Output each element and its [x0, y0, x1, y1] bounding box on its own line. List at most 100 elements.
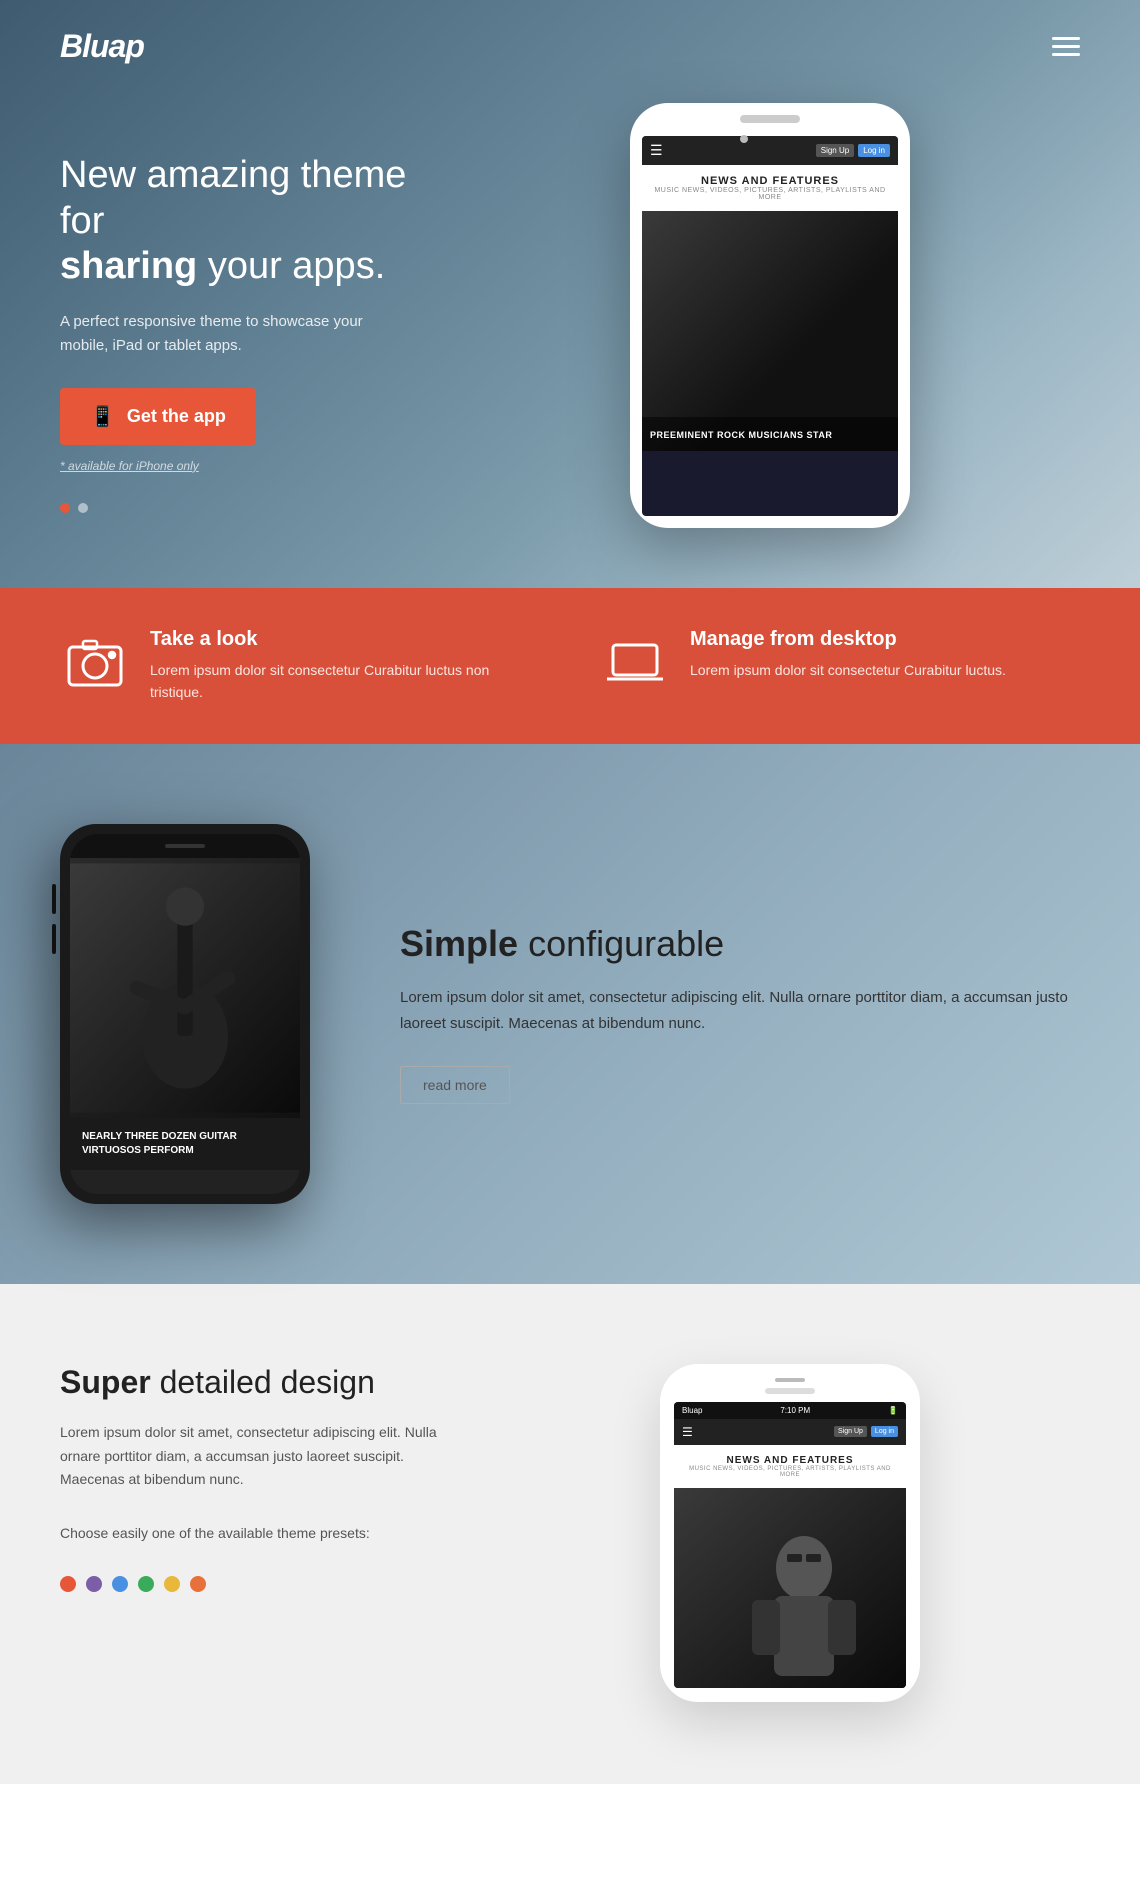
- laptop-svg: [605, 633, 665, 693]
- white-phone-nav: ☰ Sign Up Log in: [674, 1419, 906, 1445]
- dot-1[interactable]: [60, 503, 70, 513]
- super-heading: Super detailed design: [60, 1364, 440, 1401]
- white-phone-title-area: NEWS AND FEATURES MUSIC NEWS, VIDEOS, PI…: [674, 1445, 906, 1488]
- white-phone-menu-icon: ☰: [682, 1425, 693, 1439]
- status-bar: Bluap 7:10 PM 🔋: [674, 1402, 906, 1419]
- phone-top-bar: [642, 115, 898, 128]
- laptop-icon: [600, 628, 670, 698]
- white-phone-speaker: [765, 1388, 815, 1394]
- phone-title-area: NEWS AND FEATURES MUSIC NEWS, VIDEOS, PI…: [642, 165, 898, 211]
- signup-btn: Sign Up: [816, 144, 854, 157]
- phone-caption: PREEMINENT ROCK MUSICIANS STAR: [642, 417, 898, 451]
- color-dot-blue[interactable]: [112, 1576, 128, 1592]
- phone2-musician-svg: [674, 1488, 906, 1688]
- hero-section: Bluap New amazing theme for sharing your…: [0, 0, 1140, 588]
- feature-take-a-look: Take a look Lorem ipsum dolor sit consec…: [60, 628, 540, 704]
- login-btn: Log in: [858, 144, 890, 157]
- dark-phone-frame: NEARLY THREE DOZEN GUITAR VIRTUOSOS PERF…: [60, 824, 310, 1204]
- phone-menu-icon: ☰: [650, 142, 663, 159]
- dark-phone-image: [70, 858, 300, 1118]
- guitar-figure: [70, 858, 300, 1118]
- section-super: Super detailed design Lorem ipsum dolor …: [0, 1284, 1140, 1784]
- hamburger-menu[interactable]: [1052, 37, 1080, 56]
- white-phone-screen: Bluap 7:10 PM 🔋 ☰ Sign Up Log in NEWS AN…: [674, 1402, 906, 1688]
- get-app-label: Get the app: [127, 406, 226, 427]
- hamburger-line-2: [1052, 45, 1080, 48]
- guitarist-svg: [70, 858, 300, 1118]
- navigation: Bluap: [0, 0, 1140, 93]
- features-bar: Take a look Lorem ipsum dolor sit consec…: [0, 588, 1140, 744]
- feature-2-desc: Lorem ipsum dolor sit consectetur Curabi…: [690, 659, 1006, 681]
- status-battery: 🔋: [888, 1406, 898, 1415]
- white-phone-login: Log in: [871, 1426, 898, 1437]
- logo: Bluap: [60, 28, 144, 65]
- phone-subtitle: MUSIC NEWS, VIDEOS, PICTURES, ARTISTS, P…: [652, 187, 888, 201]
- dark-phone-caption: NEARLY THREE DOZEN GUITAR VIRTUOSOS PERF…: [70, 1118, 300, 1170]
- super-description: Lorem ipsum dolor sit amet, consectetur …: [60, 1421, 440, 1492]
- phone-camera: [740, 135, 748, 143]
- hero-headline-normal: New amazing theme for: [60, 154, 406, 242]
- color-dot-purple[interactable]: [86, 1576, 102, 1592]
- phone-action-buttons: Sign Up Log in: [816, 144, 890, 157]
- phone-nav-bar: ☰ Sign Up Log in: [642, 136, 898, 165]
- color-dot-yellow[interactable]: [164, 1576, 180, 1592]
- simple-section-text: Simple configurable Lorem ipsum dolor si…: [400, 923, 1080, 1104]
- white-phone-top: [674, 1388, 906, 1394]
- hero-phone-mockup: ☰ Sign Up Log in NEWS AND FEATURES MUSIC…: [460, 103, 1080, 528]
- feature-1-title: Take a look: [150, 628, 540, 651]
- white-phone-title: NEWS AND FEATURES: [684, 1455, 896, 1466]
- phone-frame: ☰ Sign Up Log in NEWS AND FEATURES MUSIC…: [630, 103, 910, 528]
- hero-content: New amazing theme for sharing your apps.…: [0, 93, 1140, 588]
- rock-figure: [642, 211, 898, 451]
- presets-label: Choose easily one of the available theme…: [60, 1522, 440, 1546]
- simple-heading-normal: configurable: [528, 923, 724, 964]
- phone-screen: ☰ Sign Up Log in NEWS AND FEATURES MUSIC…: [642, 136, 898, 516]
- hero-headline-bold: sharing: [60, 245, 197, 287]
- white-phone-image: [674, 1488, 906, 1688]
- phone-icon: 📱: [90, 404, 115, 429]
- simple-heading-bold: Simple: [400, 923, 518, 964]
- phone-speaker: [740, 115, 800, 123]
- feature-take-a-look-text: Take a look Lorem ipsum dolor sit consec…: [150, 628, 540, 704]
- feature-1-desc: Lorem ipsum dolor sit consectetur Curabi…: [150, 659, 540, 704]
- super-heading-bold: Super: [60, 1364, 151, 1400]
- feature-desktop: Manage from desktop Lorem ipsum dolor si…: [600, 628, 1080, 704]
- phone-caption-text: PREEMINENT ROCK MUSICIANS STAR: [650, 430, 832, 440]
- dot-2[interactable]: [78, 503, 88, 513]
- color-dot-orange[interactable]: [190, 1576, 206, 1592]
- available-note: * available for iPhone only: [60, 459, 460, 473]
- simple-heading: Simple configurable: [400, 923, 1080, 965]
- hero-headline: New amazing theme for sharing your apps.: [60, 153, 460, 290]
- white-phone-mockup: Bluap 7:10 PM 🔋 ☰ Sign Up Log in NEWS AN…: [500, 1364, 1080, 1702]
- rock-musician-svg: [642, 211, 898, 451]
- status-carrier: Bluap: [682, 1406, 702, 1415]
- white-phone-buttons: Sign Up Log in: [834, 1426, 898, 1437]
- feature-desktop-text: Manage from desktop Lorem ipsum dolor si…: [690, 628, 1006, 681]
- dark-phone-screen: NEARLY THREE DOZEN GUITAR VIRTUOSOS PERF…: [70, 834, 300, 1194]
- super-heading-normal: detailed design: [160, 1364, 375, 1400]
- color-preset-dots: [60, 1576, 440, 1592]
- white-phone-frame: Bluap 7:10 PM 🔋 ☰ Sign Up Log in NEWS AN…: [660, 1364, 920, 1702]
- super-section-text: Super detailed design Lorem ipsum dolor …: [60, 1364, 440, 1592]
- carousel-dots: [60, 503, 460, 513]
- hamburger-line-3: [1052, 53, 1080, 56]
- color-dot-green[interactable]: [138, 1576, 154, 1592]
- camera-icon: [60, 628, 130, 698]
- dark-phone-mockup: NEARLY THREE DOZEN GUITAR VIRTUOSOS PERF…: [60, 824, 340, 1204]
- white-phone-handle: [775, 1378, 805, 1382]
- read-more-button[interactable]: read more: [400, 1066, 510, 1104]
- hamburger-line-1: [1052, 37, 1080, 40]
- hero-text-block: New amazing theme for sharing your apps.…: [60, 123, 460, 513]
- simple-description: Lorem ipsum dolor sit amet, consectetur …: [400, 985, 1080, 1036]
- hero-description: A perfect responsive theme to showcase y…: [60, 310, 380, 358]
- get-app-button[interactable]: 📱 Get the app: [60, 388, 256, 445]
- camera-svg: [65, 633, 125, 693]
- color-dot-red[interactable]: [60, 1576, 76, 1592]
- white-phone-signup: Sign Up: [834, 1426, 867, 1437]
- white-phone-subtitle: MUSIC NEWS, VIDEOS, PICTURES, ARTISTS, P…: [684, 1466, 896, 1478]
- status-time: 7:10 PM: [780, 1406, 810, 1415]
- phone-title: NEWS AND FEATURES: [652, 175, 888, 187]
- phone-image-area: PREEMINENT ROCK MUSICIANS STAR: [642, 211, 898, 451]
- hero-headline-end: your apps.: [208, 245, 385, 287]
- feature-2-title: Manage from desktop: [690, 628, 1006, 651]
